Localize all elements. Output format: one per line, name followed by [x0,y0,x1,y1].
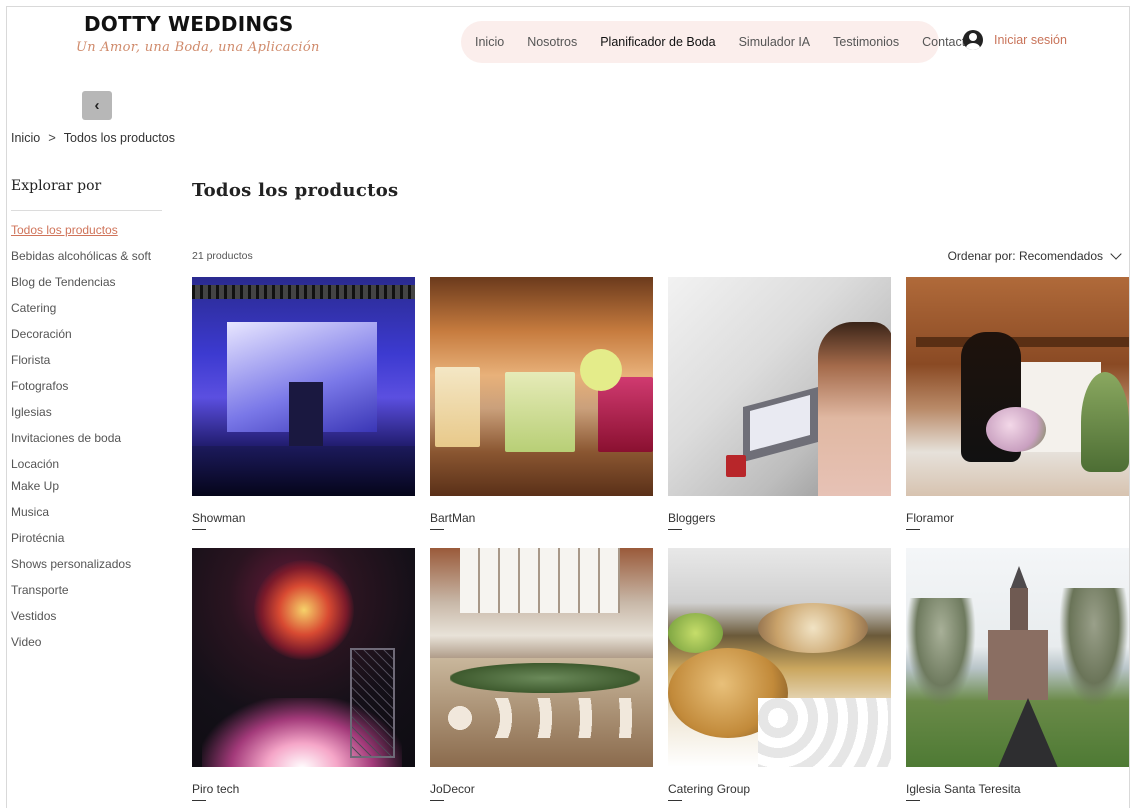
category-pirotecnia[interactable]: Pirotécnia [11,530,151,556]
product-image[interactable] [668,548,891,767]
sidebar-title: Explorar por [11,178,102,194]
user-avatar-icon [963,30,983,50]
logo-title: DOTTY WEDDINGS [84,12,294,36]
breadcrumb-item-current: Todos los productos [63,130,175,145]
product-name[interactable]: BartMan [430,511,653,525]
product-divider [668,800,682,801]
category-invitaciones[interactable]: Invitaciones de boda [11,430,151,456]
site-logo[interactable]: DOTTY WEDDINGS Un Amor, una Boda, una Ap… [76,12,319,55]
sidebar-divider [11,210,162,211]
product-image[interactable] [430,548,653,767]
category-vestidos[interactable]: Vestidos [11,608,151,634]
category-iglesias[interactable]: Iglesias [11,404,151,430]
product-count: 21 productos [192,250,253,262]
product-image[interactable] [192,277,415,496]
chevron-left-icon: ‹ [94,97,100,114]
category-florista[interactable]: Florista [11,352,151,378]
nav-item-testimonios[interactable]: Testimonios [833,35,899,49]
product-image[interactable] [430,277,653,496]
product-name[interactable]: Iglesia Santa Teresita [906,782,1129,796]
product-divider [192,529,206,530]
product-card[interactable]: Iglesia Santa Teresita [906,548,1129,801]
product-divider [430,529,444,530]
product-name[interactable]: Piro tech [192,782,415,796]
page-title: Todos los productos [192,180,399,201]
product-divider [430,800,444,801]
product-image[interactable] [906,548,1129,767]
category-transporte[interactable]: Transporte [11,582,151,608]
category-list: Todos los productos Bebidas alcohólicas … [11,222,151,660]
product-card[interactable]: BartMan [430,277,653,530]
login-label: Iniciar sesión [994,33,1067,47]
nav-item-nosotros[interactable]: Nosotros [527,35,577,49]
main-nav: Inicio Nosotros Planificador de Boda Sim… [461,21,972,63]
nav-item-inicio[interactable]: Inicio [475,35,504,49]
category-decoracion[interactable]: Decoración [11,326,151,352]
category-video[interactable]: Video [11,634,151,660]
category-musica[interactable]: Musica [11,504,151,530]
product-name[interactable]: Floramor [906,511,1129,525]
category-fotografos[interactable]: Fotografos [11,378,151,404]
category-blog[interactable]: Blog de Tendencias [11,274,151,300]
category-makeup[interactable]: Make Up [11,478,151,504]
sort-label: Ordenar por: Recomendados [947,249,1103,263]
category-locacion[interactable]: Locación [11,456,151,478]
breadcrumb-item-inicio[interactable]: Inicio [11,131,40,145]
login-button[interactable]: Iniciar sesión [963,30,1067,50]
nav-item-planificador[interactable]: Planificador de Boda [600,35,715,49]
product-card[interactable]: Piro tech [192,548,415,801]
product-divider [668,529,682,530]
product-card[interactable]: Catering Group [668,548,891,801]
product-card[interactable]: JoDecor [430,548,653,801]
chevron-down-icon [1110,248,1122,260]
logo-tagline: Un Amor, una Boda, una Aplicación [76,40,320,55]
product-name[interactable]: Showman [192,511,415,525]
product-card[interactable]: Floramor [906,277,1129,530]
product-name[interactable]: Catering Group [668,782,891,796]
product-name[interactable]: JoDecor [430,782,653,796]
product-name[interactable]: Bloggers [668,511,891,525]
category-bebidas[interactable]: Bebidas alcohólicas & soft [11,248,151,274]
product-image[interactable] [906,277,1129,496]
product-image[interactable] [192,548,415,767]
nav-item-simulador[interactable]: Simulador IA [739,35,811,49]
breadcrumb: Inicio > Todos los productos [11,130,175,145]
product-image[interactable] [668,277,891,496]
sort-dropdown[interactable]: Ordenar por: Recomendados [947,248,1122,263]
product-divider [906,529,920,530]
breadcrumb-separator-icon: > [48,130,56,145]
category-todos[interactable]: Todos los productos [11,222,151,248]
product-divider [906,800,920,801]
back-button[interactable]: ‹ [82,91,112,120]
category-catering[interactable]: Catering [11,300,151,326]
product-divider [192,800,206,801]
product-card[interactable]: Bloggers [668,277,891,530]
product-card[interactable]: Showman [192,277,415,530]
category-shows[interactable]: Shows personalizados [11,556,151,582]
